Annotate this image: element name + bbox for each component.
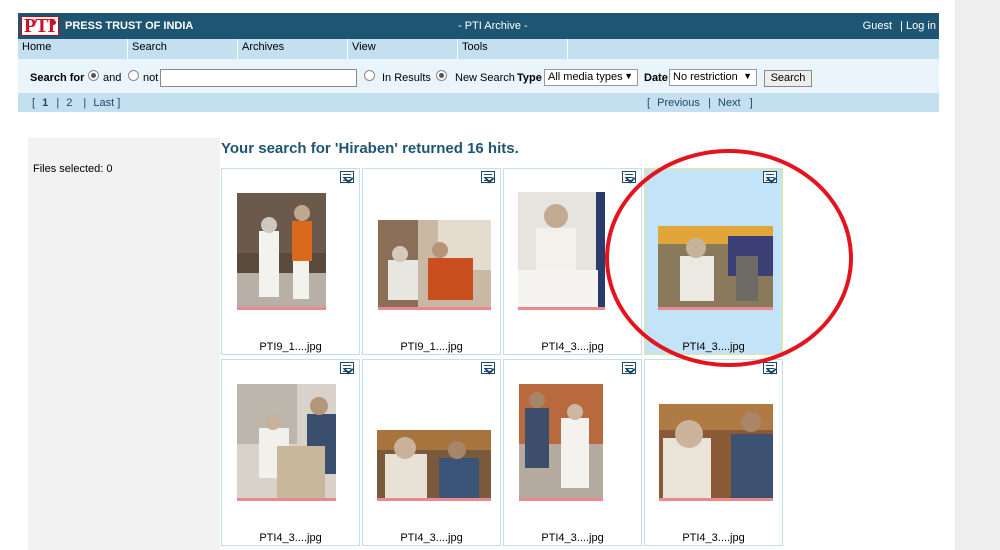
file-name: PTI4_3....jpg — [400, 532, 463, 544]
photo-thumbnail[interactable] — [518, 192, 605, 310]
result-thumbnail-card[interactable]: PTI4_3....jpg — [221, 359, 360, 546]
photo-image — [377, 430, 491, 498]
details-icon[interactable] — [481, 171, 495, 183]
search-bar: Search for and not In Results New Search… — [18, 59, 939, 93]
menu-bar: Home Search Archives View Tools — [18, 39, 939, 59]
details-icon[interactable] — [622, 362, 636, 374]
pager-bracket-open: [ — [32, 97, 36, 109]
results-heading: Your search for 'Hiraben' returned 16 hi… — [221, 140, 519, 157]
type-label: Type — [517, 72, 542, 84]
top-strip — [0, 0, 955, 12]
pager-bracket-close: ] — [749, 97, 753, 109]
date-value: No restriction — [673, 71, 738, 83]
date-select[interactable]: No restriction ▼ — [669, 69, 757, 86]
search-input[interactable] — [160, 69, 357, 87]
pager-separator: | — [83, 97, 87, 109]
previous-link[interactable]: Previous — [657, 97, 700, 109]
details-icon[interactable] — [481, 362, 495, 374]
not-label: not — [143, 72, 159, 84]
search-button[interactable]: Search — [764, 70, 812, 87]
details-icon[interactable] — [340, 362, 354, 374]
file-name: PTI4_3....jpg — [259, 532, 322, 544]
pti-logo: PTI — [21, 15, 59, 37]
date-label: Date — [644, 72, 668, 84]
user-links-separator: | — [900, 20, 903, 32]
app-header: PTI PRESS TRUST OF INDIA - PTI Archive -… — [18, 13, 939, 39]
menu-archives[interactable]: Archives — [238, 39, 348, 59]
in-results-label: In Results — [382, 72, 431, 84]
details-icon[interactable] — [340, 171, 354, 183]
pager-nav: [ Previous | Next ] — [647, 97, 753, 109]
photo-image — [378, 220, 491, 307]
photo-image — [659, 404, 773, 498]
pager-bar: [ 1 | 2 | Last ] [ Previous | Next ] — [18, 93, 939, 112]
org-name: PRESS TRUST OF INDIA — [65, 20, 194, 32]
guest-user-label: Guest — [862, 20, 893, 32]
and-label: and — [103, 72, 122, 84]
photo-thumbnail[interactable] — [377, 430, 491, 501]
result-thumbnail-card[interactable]: PTI4_3....jpg — [644, 359, 783, 546]
logo-dot — [51, 20, 56, 25]
result-thumbnail-card[interactable]: PTI9_1....jpg — [221, 168, 360, 355]
not-radio[interactable] — [128, 70, 139, 81]
user-links: Guest | Log in — [863, 20, 936, 32]
logo-text: PTI — [24, 15, 55, 37]
chevron-down-icon: ▼ — [624, 71, 633, 81]
result-thumbnail-card[interactable]: PTI4_3....jpg — [503, 359, 642, 546]
login-link[interactable]: Log in — [906, 20, 936, 32]
selection-sidebar: Files selected: 0 — [28, 138, 220, 550]
file-name: PTI4_3....jpg — [541, 532, 604, 544]
file-name: PTI9_1....jpg — [400, 341, 463, 353]
menu-tools[interactable]: Tools — [458, 39, 568, 59]
media-type-value: All media types — [548, 71, 623, 83]
menu-search[interactable]: Search — [128, 39, 238, 59]
details-icon[interactable] — [763, 362, 777, 374]
photo-image — [518, 192, 605, 307]
page-2-link[interactable]: 2 — [66, 97, 72, 109]
files-selected-count: Files selected: 0 — [33, 163, 113, 175]
photo-image — [519, 384, 603, 498]
photo-image — [237, 193, 326, 307]
photo-thumbnail[interactable] — [237, 193, 326, 310]
new-search-radio[interactable] — [436, 70, 447, 81]
page-gutter — [955, 0, 1000, 550]
menu-view[interactable]: View — [348, 39, 458, 59]
pager-pages: [ 1 | 2 | Last ] — [32, 97, 120, 109]
last-page-link[interactable]: Last — [93, 97, 114, 109]
search-for-label: Search for — [30, 72, 85, 84]
app-title: - PTI Archive - — [458, 20, 528, 32]
pager-bracket-open: [ — [647, 97, 651, 109]
photo-image — [237, 384, 336, 498]
file-name: PTI4_3....jpg — [541, 341, 604, 353]
next-link[interactable]: Next — [718, 97, 741, 109]
file-name: PTI9_1....jpg — [259, 341, 322, 353]
photo-thumbnail[interactable] — [237, 384, 336, 501]
page-1-link[interactable]: 1 — [42, 97, 48, 109]
result-thumbnail-card[interactable]: PTI9_1....jpg — [362, 168, 501, 355]
menu-home[interactable]: Home — [18, 39, 128, 59]
and-radio[interactable] — [88, 70, 99, 81]
pager-separator: | — [56, 97, 60, 109]
pager-bracket-close: ] — [117, 97, 121, 109]
photo-thumbnail[interactable] — [519, 384, 603, 501]
file-name: PTI4_3....jpg — [682, 532, 745, 544]
in-results-radio[interactable] — [364, 70, 375, 81]
highlight-circle-annotation — [605, 149, 853, 367]
details-icon[interactable] — [622, 171, 636, 183]
result-thumbnail-card[interactable]: PTI4_3....jpg — [362, 359, 501, 546]
media-type-select[interactable]: All media types ▼ — [544, 69, 638, 86]
photo-thumbnail[interactable] — [378, 220, 491, 310]
chevron-down-icon: ▼ — [743, 71, 752, 81]
new-search-label: New Search — [455, 72, 515, 84]
pager-separator: | — [707, 97, 711, 109]
photo-thumbnail[interactable] — [659, 404, 773, 501]
